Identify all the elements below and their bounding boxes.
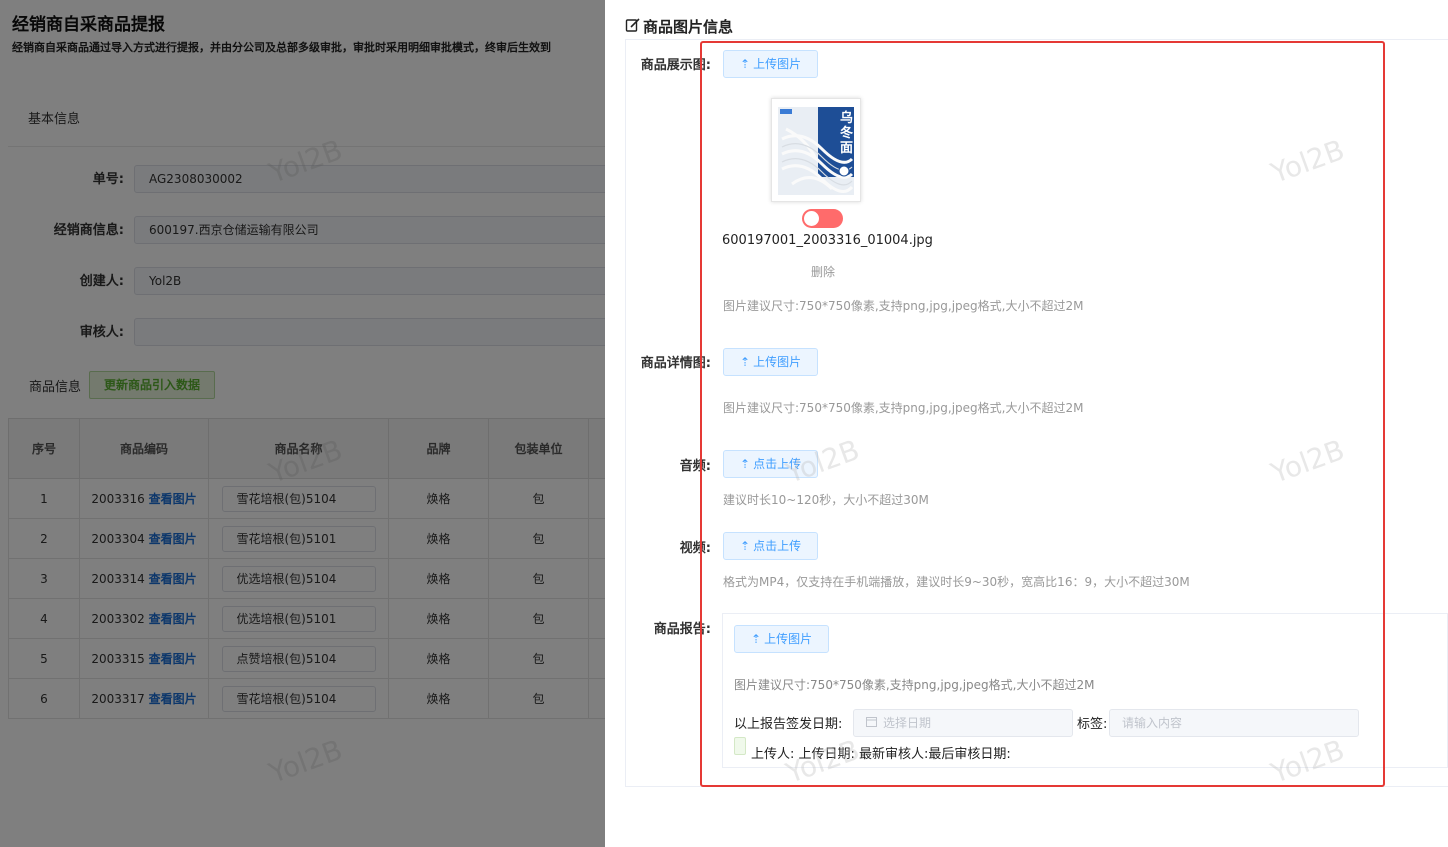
display-image-label: 商品展示图:: [640, 58, 711, 73]
edit-icon: [625, 17, 641, 37]
video-label: 视频:: [679, 541, 711, 556]
drawer-title-text: 商品图片信息: [643, 18, 734, 36]
detail-image-label: 商品详情图:: [640, 356, 711, 371]
drawer-title: 商品图片信息: [625, 16, 733, 37]
highlight-annotation-frame: [700, 41, 1385, 787]
report-label: 商品报告:: [653, 622, 711, 637]
audio-label: 音频:: [679, 459, 711, 474]
